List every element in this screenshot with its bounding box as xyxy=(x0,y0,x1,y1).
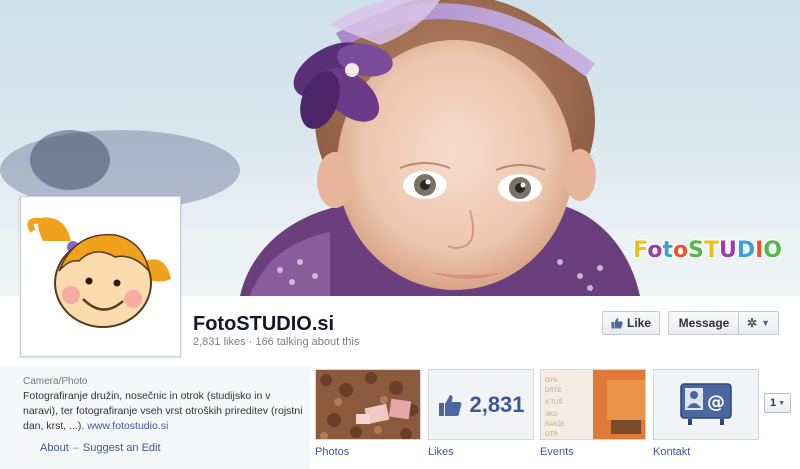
about-links: About – Suggest an Edit xyxy=(40,442,161,454)
app-photos-thumbnail[interactable] xyxy=(315,369,421,440)
apps-side-strip xyxy=(767,366,800,469)
thumbs-up-icon xyxy=(439,394,462,416)
website-link[interactable]: www.fotostudio.si xyxy=(87,420,168,432)
settings-dropdown-button[interactable]: ✲ ▼ xyxy=(738,311,779,335)
svg-text:SKO: SKO xyxy=(545,412,558,418)
thumbs-up-icon xyxy=(611,318,623,329)
page-category: Camera/Photo xyxy=(23,376,88,387)
message-label: Message xyxy=(678,316,730,330)
page-stats: 2,831 likes · 166 talking about this xyxy=(193,336,360,348)
message-button[interactable]: Message xyxy=(668,311,739,335)
apps-more-count: 1 xyxy=(769,397,777,409)
cartoon-girl-logo xyxy=(25,201,176,352)
profile-picture[interactable] xyxy=(20,196,181,357)
svg-text:@: @ xyxy=(707,392,725,413)
chevron-down-icon: ▼ xyxy=(761,318,770,328)
app-photos-label[interactable]: Photos xyxy=(315,446,349,458)
app-kontakt-label[interactable]: Kontakt xyxy=(653,446,690,458)
like-label: Like xyxy=(626,316,651,330)
svg-text:RANJE: RANJE xyxy=(545,422,565,428)
app-events-label[interactable]: Events xyxy=(540,446,574,458)
svg-text:DRTE: DRTE xyxy=(545,388,561,394)
contact-card-icon: @ xyxy=(680,382,732,425)
like-button[interactable]: Like xyxy=(602,311,660,335)
app-likes-label[interactable]: Likes xyxy=(428,446,454,458)
chevron-down-icon: ▼ xyxy=(778,399,786,407)
page-description: Fotografiranje družin, nosečnic in otrok… xyxy=(23,389,308,434)
photos-thumbnail-image xyxy=(316,370,420,439)
svg-text:A TUŠ: A TUŠ xyxy=(545,399,562,406)
apps-more-dropdown[interactable]: 1 ▼ xyxy=(764,393,791,413)
page-title[interactable]: FotoSTUDIO.si xyxy=(193,313,334,336)
app-kontakt-tile[interactable]: @ xyxy=(653,369,759,440)
suggest-edit-link[interactable]: Suggest an Edit xyxy=(83,442,161,454)
gear-icon: ✲ xyxy=(747,316,758,330)
events-thumbnail-image: OYA DRTE A TUŠ SKO RANJE OTR xyxy=(541,370,645,439)
app-likes-tile[interactable]: 2,831 xyxy=(428,369,534,440)
about-link[interactable]: About xyxy=(40,442,69,454)
app-events-thumbnail[interactable]: OYA DRTE A TUŠ SKO RANJE OTR xyxy=(540,369,646,440)
cover-logo: FotoSTUDIO xyxy=(633,238,782,263)
svg-text:OYA: OYA xyxy=(545,378,557,384)
link-separator: – xyxy=(72,442,79,454)
likes-count: 2,831 xyxy=(469,391,525,417)
svg-text:OTR: OTR xyxy=(545,432,558,438)
